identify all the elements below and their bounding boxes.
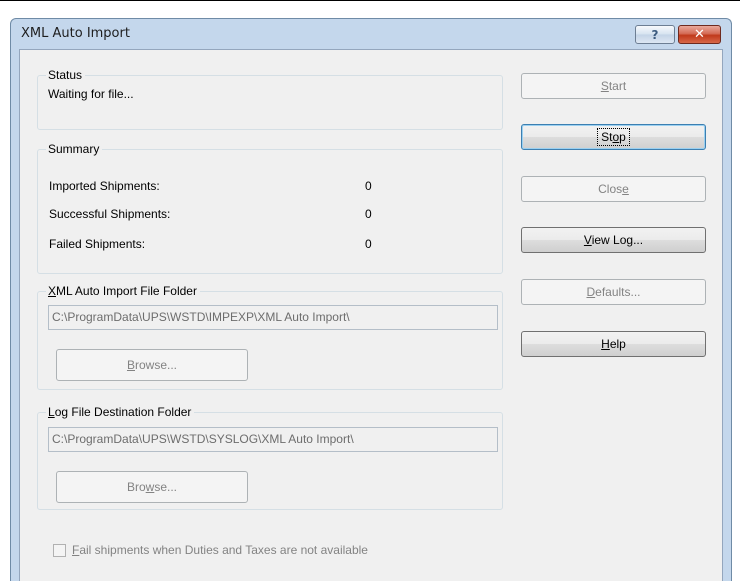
status-text: Waiting for file... [48, 87, 134, 101]
start-button[interactable]: Start [521, 73, 706, 99]
dialog-client-area: Status Waiting for file... Summary Impor… [19, 49, 723, 581]
stop-label: Stop [597, 128, 630, 146]
help-label: Help [601, 337, 626, 351]
view-log-label: View Log... [583, 233, 644, 247]
failed-shipments-value: 0 [365, 237, 372, 251]
xml-auto-import-dialog: XML Auto Import ? ✕ Status Waiting for f… [10, 18, 732, 581]
successful-shipments-label: Successful Shipments: [49, 207, 171, 221]
failed-shipments-label: Failed Shipments: [49, 237, 146, 251]
status-group-title: Status [46, 68, 86, 83]
close-label: Close [598, 182, 629, 196]
defaults-button[interactable]: Defaults... [521, 279, 706, 305]
defaults-label: Defaults... [586, 285, 641, 299]
fail-shipments-checkbox[interactable] [53, 544, 66, 557]
fail-shipments-label: Fail shipments when Duties and Taxes are… [72, 543, 368, 557]
successful-shipments-value: 0 [365, 207, 372, 221]
window-title: XML Auto Import [21, 26, 130, 41]
start-label: Start [600, 79, 627, 93]
imported-shipments-value: 0 [365, 179, 372, 193]
help-caption-button[interactable]: ? [635, 25, 675, 44]
close-button[interactable]: Close [521, 176, 706, 202]
title-bar[interactable]: XML Auto Import ? ✕ [11, 19, 731, 49]
log-folder-path-field[interactable]: C:\ProgramData\UPS\WSTD\SYSLOG\XML Auto … [48, 427, 498, 452]
import-folder-browse-button[interactable]: Browse... [56, 349, 248, 381]
import-folder-group-title: XML Auto Import File Folder [46, 284, 200, 299]
view-log-button[interactable]: View Log... [521, 227, 706, 253]
close-window-button[interactable]: ✕ [678, 25, 721, 44]
question-mark-icon: ? [651, 27, 659, 42]
close-icon: ✕ [694, 27, 705, 42]
log-folder-browse-button[interactable]: Browse... [56, 471, 248, 503]
help-button[interactable]: Help [521, 331, 706, 357]
status-group: Status Waiting for file... [37, 68, 503, 130]
import-folder-group: XML Auto Import File Folder C:\ProgramDa… [37, 284, 503, 390]
top-edge-line [0, 0, 740, 1]
import-browse-label: Browse... [126, 358, 178, 372]
stop-button[interactable]: Stop [521, 124, 706, 150]
summary-group-title: Summary [46, 142, 103, 157]
summary-group: Summary Imported Shipments: 0 Successful… [37, 142, 503, 274]
fail-shipments-option[interactable]: Fail shipments when Duties and Taxes are… [53, 543, 368, 558]
log-browse-label: Browse... [126, 480, 178, 494]
log-folder-group: Log File Destination Folder C:\ProgramDa… [37, 405, 503, 510]
imported-shipments-label: Imported Shipments: [49, 179, 160, 193]
import-folder-path-field[interactable]: C:\ProgramData\UPS\WSTD\IMPEXP\XML Auto … [48, 305, 498, 330]
log-folder-group-title: Log File Destination Folder [46, 405, 195, 420]
